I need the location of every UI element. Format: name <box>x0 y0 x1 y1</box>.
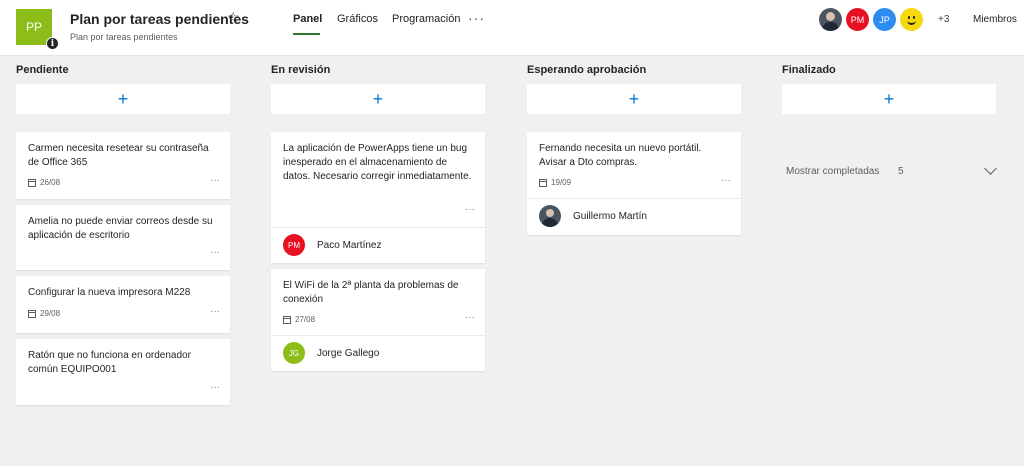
task-due-date: 19/09 <box>539 178 571 187</box>
info-icon[interactable]: i <box>46 37 59 50</box>
plus-icon: + <box>117 88 129 109</box>
task-title: Configurar la nueva impresora M228 <box>28 287 191 298</box>
add-task-button[interactable]: + <box>271 84 485 114</box>
task-card[interactable]: Fernando necesita un nuevo portátil. Avi… <box>527 132 741 235</box>
more-icon[interactable]: ··· <box>465 312 475 323</box>
calendar-icon <box>28 178 36 187</box>
more-icon[interactable]: ··· <box>465 204 475 215</box>
calendar-icon <box>539 178 547 187</box>
task-assignee[interactable]: PM Paco Martínez <box>271 227 485 263</box>
add-task-button[interactable]: + <box>527 84 741 114</box>
task-due-date: 27/08 <box>283 315 315 324</box>
active-tab-indicator <box>293 33 320 35</box>
task-card[interactable]: Configurar la nueva impresora M228 29/08… <box>16 276 230 333</box>
task-card[interactable]: Ratón que no funciona en ordenador común… <box>16 339 230 405</box>
member-avatar-photo[interactable] <box>819 8 842 31</box>
calendar-icon <box>28 309 36 318</box>
star-icon[interactable]: ☆ <box>227 9 240 26</box>
task-title: Ratón que no funciona en ordenador común… <box>28 350 191 375</box>
completed-count: 5 <box>898 166 904 177</box>
show-completed-label: Mostrar completadas <box>786 166 880 177</box>
show-completed-toggle[interactable]: Mostrar completadas 5 <box>782 162 997 180</box>
assignee-name: Paco Martínez <box>317 240 382 251</box>
members-button[interactable]: Miembros <box>973 14 1017 25</box>
add-task-button[interactable]: + <box>16 84 230 114</box>
tab-graficos[interactable]: Gráficos <box>337 13 378 25</box>
extra-members-count[interactable]: +3 <box>938 14 949 25</box>
task-title: Fernando necesita un nuevo portátil. Avi… <box>539 143 702 168</box>
avatar: PM <box>283 234 305 256</box>
task-card[interactable]: Amelia no puede enviar correos desde su … <box>16 205 230 270</box>
app-header: PP i Plan por tareas pendientes ☆ Plan p… <box>0 0 1024 56</box>
assignee-name: Jorge Gallego <box>317 348 380 359</box>
plan-title: Plan por tareas pendientes <box>70 11 249 27</box>
more-icon[interactable]: ··· <box>210 382 220 393</box>
plus-icon: + <box>372 88 384 109</box>
task-due-date: 29/08 <box>28 309 60 318</box>
more-tabs-icon[interactable]: ··· <box>468 10 485 26</box>
task-card[interactable]: El WiFi de la 2ª planta da problemas de … <box>271 269 485 371</box>
more-icon[interactable]: ··· <box>210 247 220 258</box>
bucket-title[interactable]: Esperando aprobación <box>527 64 741 84</box>
assignee-name: Guillermo Martín <box>573 211 647 222</box>
tab-panel[interactable]: Panel <box>293 13 322 25</box>
task-due-date: 26/08 <box>28 178 60 187</box>
task-title: El WiFi de la 2ª planta da problemas de … <box>283 280 459 305</box>
more-icon[interactable]: ··· <box>210 306 220 317</box>
plan-subtitle: Plan por tareas pendientes <box>70 32 178 42</box>
bucket-title[interactable]: En revisión <box>271 64 485 84</box>
member-avatar-jp[interactable]: JP <box>873 8 896 31</box>
avatar <box>539 205 561 227</box>
avatar: JG <box>283 342 305 364</box>
bucket-title[interactable]: Finalizado <box>782 64 996 84</box>
task-card[interactable]: La aplicación de PowerApps tiene un bug … <box>271 132 485 263</box>
task-title: Carmen necesita resetear su contraseña d… <box>28 143 209 168</box>
bucket-en-revision: En revisión + La aplicación de PowerApps… <box>271 64 485 371</box>
task-title: Amelia no puede enviar correos desde su … <box>28 216 213 241</box>
task-card[interactable]: Carmen necesita resetear su contraseña d… <box>16 132 230 199</box>
more-icon[interactable]: ··· <box>210 175 220 186</box>
bucket-esperando-aprobacion: Esperando aprobación + Fernando necesita… <box>527 64 741 235</box>
tab-programacion[interactable]: Programación <box>392 13 460 25</box>
bucket-title[interactable]: Pendiente <box>16 64 230 84</box>
plus-icon: + <box>628 88 640 109</box>
plus-icon: + <box>883 88 895 109</box>
bucket-finalizado: Finalizado + <box>782 64 996 114</box>
member-avatar-lego[interactable] <box>900 8 923 31</box>
member-avatar-pm[interactable]: PM <box>846 8 869 31</box>
more-icon[interactable]: ··· <box>721 175 731 186</box>
add-task-button[interactable]: + <box>782 84 996 114</box>
bucket-pendiente: Pendiente + Carmen necesita resetear su … <box>16 64 230 405</box>
task-assignee[interactable]: JG Jorge Gallego <box>271 335 485 371</box>
calendar-icon <box>283 315 291 324</box>
task-title: La aplicación de PowerApps tiene un bug … <box>283 143 472 182</box>
chevron-down-icon[interactable] <box>984 162 997 175</box>
task-assignee[interactable]: Guillermo Martín <box>527 198 741 234</box>
